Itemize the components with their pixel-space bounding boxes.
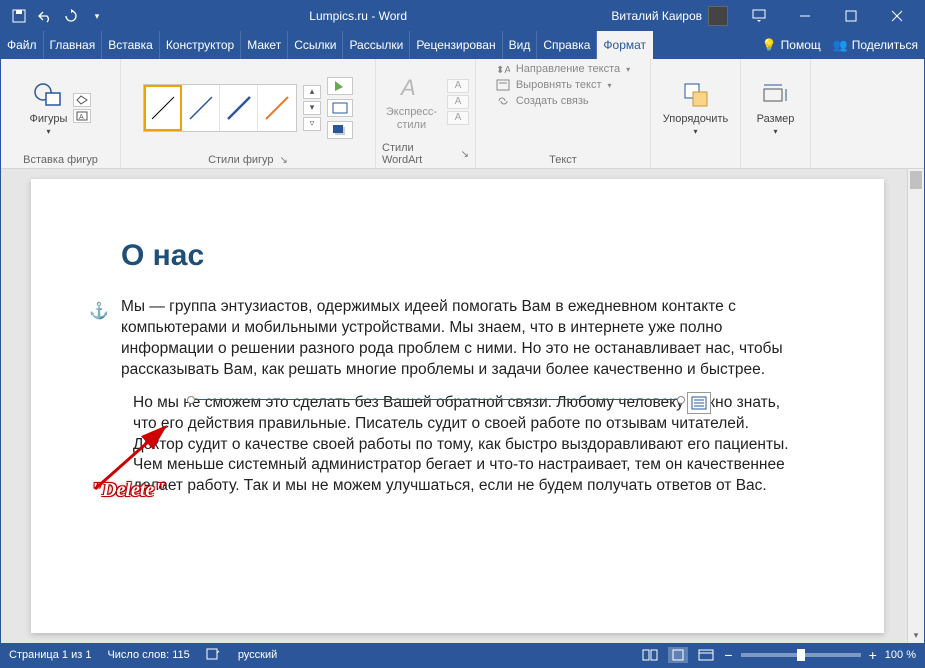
text-effects-button[interactable]: A	[447, 111, 469, 125]
avatar	[708, 6, 728, 26]
tab-home[interactable]: Главная	[44, 31, 103, 59]
tab-format[interactable]: Формат	[597, 31, 653, 59]
group-size: Размер ▾	[741, 59, 811, 168]
quick-access-toolbar: ▾	[1, 8, 105, 24]
delete-annotation: "Delete"	[91, 479, 165, 502]
titlebar: ▾ Lumpics.ru - Word Виталий Каиров	[1, 1, 924, 31]
shape-outline-button[interactable]	[327, 99, 353, 117]
group-text: ⬍AНаправление текста▾ Выровнять текст▾ С…	[476, 59, 651, 168]
gallery-more-button[interactable]: ▿	[303, 117, 321, 131]
create-link-button[interactable]: Создать связь	[496, 95, 630, 107]
tab-file[interactable]: Файл	[1, 31, 44, 59]
shape-fill-button[interactable]	[327, 77, 353, 95]
zoom-level[interactable]: 100 %	[885, 649, 916, 661]
group-arrange: Упорядочить ▾	[651, 59, 741, 168]
size-button[interactable]: Размер ▾	[757, 79, 795, 136]
heading: О нас	[121, 239, 794, 273]
svg-text:⬍A: ⬍A	[496, 65, 510, 75]
anchor-icon[interactable]: ⚓	[89, 301, 109, 321]
arrow-icon	[85, 419, 175, 499]
share-icon: 👥	[833, 38, 848, 52]
autosave-icon[interactable]	[11, 8, 27, 24]
layout-options-button[interactable]	[687, 392, 711, 414]
wordart-icon: A	[396, 72, 428, 104]
minimize-button[interactable]	[782, 1, 828, 31]
svg-text:A: A	[399, 75, 416, 100]
language-indicator[interactable]: русский	[238, 649, 277, 661]
style-thumb-4[interactable]	[258, 85, 296, 131]
close-button[interactable]	[874, 1, 920, 31]
qat-customize-icon[interactable]: ▾	[89, 8, 105, 24]
maximize-button[interactable]	[828, 1, 874, 31]
document-area: О нас ⚓ Мы — группа энтузиастов, одержим…	[1, 169, 924, 643]
tell-me-button[interactable]: 💡Помощ	[756, 31, 827, 59]
undo-icon[interactable]	[37, 8, 53, 24]
scrollbar-down-icon[interactable]: ▾	[908, 630, 924, 641]
text-outline-button[interactable]: A	[447, 95, 469, 109]
view-read-icon[interactable]	[640, 647, 660, 663]
tab-insert[interactable]: Вставка	[102, 31, 160, 59]
tab-review[interactable]: Рецензирован	[410, 31, 502, 59]
group-insert-shapes: Фигуры ▾ A Вставка фигур	[1, 59, 121, 168]
shapes-icon	[32, 79, 64, 111]
lightbulb-icon: 💡	[762, 38, 777, 52]
shape-style-gallery[interactable]	[143, 84, 297, 132]
size-icon	[760, 79, 792, 111]
user-name: Виталий Каиров	[611, 9, 702, 23]
scrollbar-thumb[interactable]	[910, 171, 922, 189]
page-indicator[interactable]: Страница 1 из 1	[9, 649, 91, 661]
tab-references[interactable]: Ссылки	[288, 31, 343, 59]
wordart-styles-button[interactable]: A Экспресс-стили	[382, 72, 441, 130]
vertical-scrollbar[interactable]: ▾	[907, 169, 924, 643]
style-thumb-1[interactable]	[144, 85, 182, 131]
chevron-down-icon: ▾	[693, 127, 697, 136]
text-box-button[interactable]: A	[73, 109, 91, 123]
gallery-down-button[interactable]: ▾	[303, 101, 321, 115]
window-title: Lumpics.ru - Word	[105, 9, 611, 23]
arrange-button[interactable]: Упорядочить ▾	[663, 79, 728, 136]
resize-handle-right[interactable]	[677, 396, 685, 404]
ribbon-tabs: Файл Главная Вставка Конструктор Макет С…	[1, 31, 924, 59]
tab-layout[interactable]: Макет	[241, 31, 288, 59]
align-text-button[interactable]: Выровнять текст▾	[496, 79, 630, 91]
dialog-launcher-icon[interactable]: ↘	[461, 149, 469, 160]
shape-effects-button[interactable]	[327, 121, 353, 139]
zoom-out-button[interactable]: −	[724, 647, 732, 663]
user-account[interactable]: Виталий Каиров	[611, 6, 728, 26]
chevron-down-icon: ▾	[773, 127, 777, 136]
resize-handle-left[interactable]	[187, 396, 195, 404]
group-shape-styles: ▴ ▾ ▿ Стили фигур↘	[121, 59, 376, 168]
chevron-down-icon: ▾	[46, 127, 50, 136]
app-window: ▾ Lumpics.ru - Word Виталий Каиров Файл …	[0, 0, 925, 668]
zoom-slider[interactable]	[741, 653, 861, 657]
statusbar: Страница 1 из 1 Число слов: 115 русский …	[1, 643, 924, 667]
text-fill-button[interactable]: A	[447, 79, 469, 93]
shape-line-selected[interactable]	[191, 399, 681, 400]
spellcheck-icon[interactable]	[206, 647, 222, 664]
edit-shape-button[interactable]	[73, 93, 91, 107]
view-web-icon[interactable]	[696, 647, 716, 663]
tab-view[interactable]: Вид	[503, 31, 538, 59]
share-button[interactable]: 👥Поделиться	[827, 31, 924, 59]
paragraph-1: Мы — группа энтузиастов, одержимых идеей…	[121, 297, 794, 381]
arrange-icon	[680, 79, 712, 111]
tab-help[interactable]: Справка	[537, 31, 597, 59]
ribbon: Фигуры ▾ A Вставка фигур ▴	[1, 59, 924, 169]
group-wordart-styles: A Экспресс-стили A A A Стили WordArt↘	[376, 59, 476, 168]
view-print-icon[interactable]	[668, 647, 688, 663]
tab-mailings[interactable]: Рассылки	[343, 31, 410, 59]
ribbon-options-icon[interactable]	[736, 1, 782, 31]
shapes-button[interactable]: Фигуры ▾	[30, 79, 68, 136]
tab-design[interactable]: Конструктор	[160, 31, 241, 59]
svg-text:A: A	[79, 114, 84, 121]
style-thumb-3[interactable]	[220, 85, 258, 131]
style-thumb-2[interactable]	[182, 85, 220, 131]
redo-icon[interactable]	[63, 8, 79, 24]
gallery-up-button[interactable]: ▴	[303, 85, 321, 99]
text-direction-button[interactable]: ⬍AНаправление текста▾	[496, 63, 630, 75]
dialog-launcher-icon[interactable]: ↘	[280, 155, 288, 166]
word-count[interactable]: Число слов: 115	[107, 649, 189, 661]
page[interactable]: О нас ⚓ Мы — группа энтузиастов, одержим…	[31, 179, 884, 633]
zoom-in-button[interactable]: +	[869, 647, 877, 663]
